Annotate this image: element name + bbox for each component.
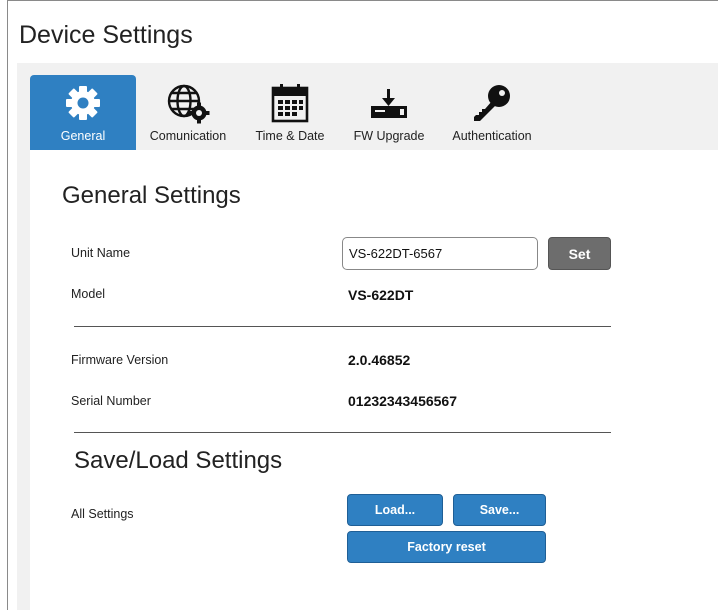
divider: [74, 432, 611, 433]
serial-number-value: 01232343456567: [348, 393, 458, 409]
save-button[interactable]: Save...: [453, 494, 546, 526]
download-device-icon: [367, 81, 411, 125]
general-settings-content: General Settings Unit Name Set Model VS-…: [30, 150, 718, 610]
set-button[interactable]: Set: [548, 237, 611, 270]
model-label: Model: [71, 287, 106, 301]
tab-general[interactable]: General: [30, 75, 136, 150]
tab-authentication-label: Authentication: [452, 129, 532, 143]
unit-name-label: Unit Name: [71, 246, 131, 260]
page-title: Device Settings: [19, 21, 193, 49]
tab-time-date-label: Time & Date: [255, 129, 325, 143]
firmware-version-value: 2.0.46852: [348, 352, 411, 368]
settings-panel: General Comunication Time & Date FW Upgr…: [17, 63, 718, 610]
tab-time-date[interactable]: Time & Date: [240, 75, 340, 150]
load-button[interactable]: Load...: [347, 494, 443, 526]
tab-general-label: General: [60, 129, 106, 143]
tab-authentication[interactable]: Authentication: [438, 75, 546, 150]
tab-fw-upgrade[interactable]: FW Upgrade: [340, 75, 438, 150]
tab-bar: General Comunication Time & Date FW Upgr…: [30, 75, 546, 150]
firmware-version-label: Firmware Version: [71, 353, 169, 367]
divider: [74, 326, 611, 327]
tab-communication[interactable]: Comunication: [136, 75, 240, 150]
calendar-icon: [271, 81, 309, 125]
tab-fw-upgrade-label: FW Upgrade: [353, 129, 425, 143]
key-icon: [470, 81, 514, 125]
serial-number-label: Serial Number: [71, 394, 151, 408]
gear-icon: [63, 81, 103, 125]
model-value: VS-622DT: [348, 287, 414, 303]
save-load-settings-heading: Save/Load Settings: [74, 447, 283, 474]
tab-communication-label: Comunication: [149, 129, 227, 143]
device-settings-window: Device Settings General Comunication Tim…: [7, 0, 718, 610]
general-settings-heading: General Settings: [62, 182, 241, 209]
globe-gear-icon: [166, 81, 210, 125]
all-settings-label: All Settings: [71, 507, 134, 521]
factory-reset-button[interactable]: Factory reset: [347, 531, 546, 563]
unit-name-input[interactable]: [342, 237, 538, 270]
